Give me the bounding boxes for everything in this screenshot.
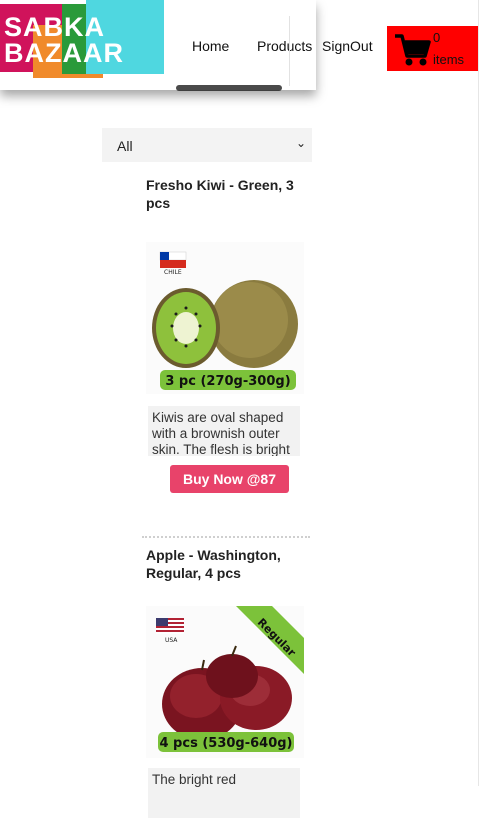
chevron-down-icon: ⌄ bbox=[295, 136, 306, 150]
brand-logo[interactable]: SABKA BAZAAR bbox=[0, 0, 165, 78]
logo-text-line2: BAZAAR bbox=[4, 38, 124, 68]
category-select-value: All bbox=[117, 138, 133, 154]
cart-icon bbox=[395, 34, 431, 66]
product-description: The bright red bbox=[148, 768, 300, 818]
pack-label: 3 pc (270g-300g) bbox=[165, 374, 290, 389]
flag-label: USA bbox=[165, 637, 178, 644]
apple-image: USA Regular 4 pcs (530g-640g) bbox=[146, 606, 304, 758]
product-card: Apple - Washington, Regular, 4 pcs USA R… bbox=[142, 536, 310, 818]
product-image: USA Regular 4 pcs (530g-640g) bbox=[146, 606, 304, 758]
nav-signout-link[interactable]: SignOut bbox=[322, 38, 373, 54]
cart-button[interactable]: 0 items bbox=[387, 26, 478, 71]
product-title: Fresho Kiwi - Green, 3 pcs bbox=[146, 177, 294, 211]
product-image: CHILE 3 pc (270g-300g) bbox=[146, 242, 304, 394]
nav-divider bbox=[289, 16, 290, 86]
usa-flag-icon bbox=[156, 618, 184, 634]
nav-home-link[interactable]: Home bbox=[192, 38, 229, 54]
flag-label: CHILE bbox=[164, 269, 182, 276]
nav-products-link[interactable]: Products bbox=[257, 38, 312, 54]
header-shadow-bar bbox=[176, 85, 282, 91]
product-description: Kiwis are oval shaped with a brownish ou… bbox=[148, 406, 300, 456]
kiwi-image: CHILE 3 pc (270g-300g) bbox=[146, 242, 304, 394]
buy-now-button[interactable]: Buy Now @87 bbox=[170, 465, 289, 493]
cart-count: 0 bbox=[433, 30, 441, 45]
cart-items-label: items bbox=[433, 52, 465, 67]
pack-label: 4 pcs (530g-640g) bbox=[159, 736, 292, 751]
page-edge-rule bbox=[478, 0, 479, 786]
logo-text-line1: SABKA bbox=[4, 12, 106, 42]
category-select[interactable]: All ⌄ bbox=[102, 128, 312, 162]
product-title: Apple - Washington, Regular, 4 pcs bbox=[146, 547, 281, 581]
site-header: SABKA BAZAAR Home Products bbox=[0, 0, 316, 90]
product-card: Fresho Kiwi - Green, 3 pcs CHILE 3 pc (2… bbox=[142, 176, 310, 493]
